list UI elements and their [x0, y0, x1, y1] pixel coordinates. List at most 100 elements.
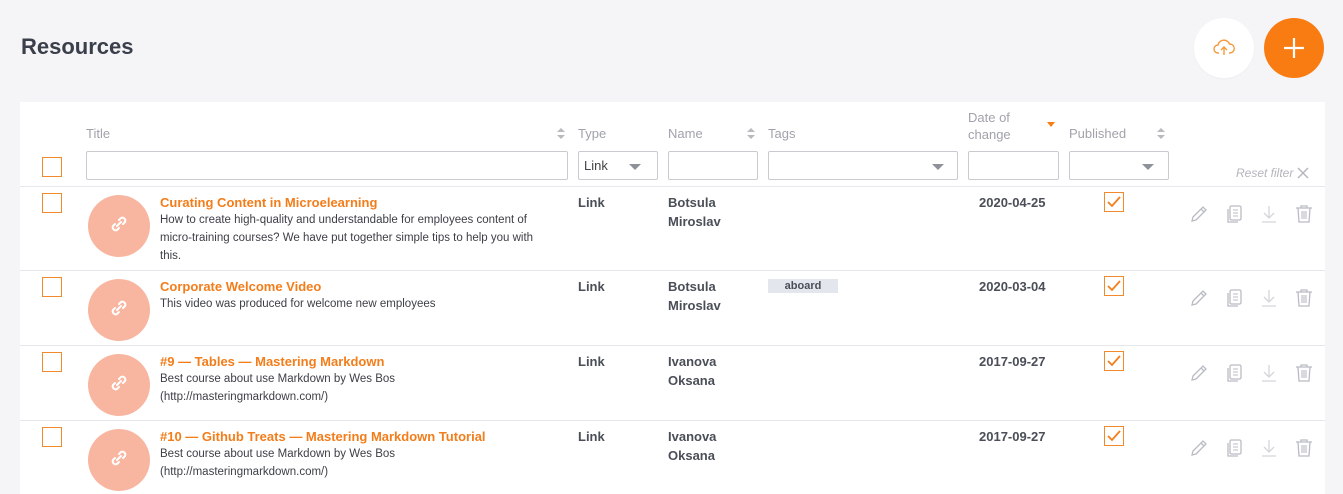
author-first: Ivanova [668, 354, 717, 369]
resource-author: Botsula Miroslav [668, 277, 721, 315]
edit-icon[interactable] [1188, 437, 1210, 459]
reset-filter-button[interactable]: Reset filter [1236, 166, 1309, 180]
duplicate-icon[interactable] [1223, 203, 1245, 225]
trash-icon[interactable] [1293, 203, 1315, 225]
description-line: (http://masteringmarkdown.com/) [160, 391, 329, 403]
published-checkbox[interactable] [1104, 351, 1124, 371]
resource-description: Best course about use Markdown by Wes Bo… [160, 370, 560, 406]
resource-date: 2017-09-27 [979, 429, 1046, 444]
header-date[interactable]: Date of change [968, 109, 1011, 143]
link-icon [108, 213, 130, 240]
download-icon[interactable] [1258, 362, 1280, 384]
sort-name-icon[interactable] [747, 128, 755, 140]
row-select-checkbox[interactable] [42, 277, 62, 297]
published-checkbox[interactable] [1104, 192, 1124, 212]
resource-title-link[interactable]: #10 — Github Treats — Mastering Markdown… [160, 429, 486, 444]
description-line: How to create high-quality and understan… [160, 214, 527, 226]
resource-avatar [88, 279, 150, 341]
resource-title-link[interactable]: Curating Content in Microelearning [160, 195, 377, 210]
resource-type: Link [578, 195, 605, 210]
resource-date: 2020-03-04 [979, 279, 1046, 294]
sort-title-icon[interactable] [557, 128, 565, 140]
resource-date: 2020-04-25 [979, 195, 1046, 210]
resource-author: Ivanova Oksana [668, 427, 716, 465]
resource-date: 2017-09-27 [979, 354, 1046, 369]
select-all-checkbox[interactable] [42, 157, 62, 177]
description-line: this. [160, 250, 182, 262]
download-icon[interactable] [1258, 203, 1280, 225]
header-published[interactable]: Published [1069, 126, 1126, 141]
resource-type: Link [578, 279, 605, 294]
resource-type: Link [578, 354, 605, 369]
name-filter-input[interactable] [668, 151, 758, 180]
resource-description: This video was produced for welcome new … [160, 295, 560, 313]
published-checkbox[interactable] [1104, 276, 1124, 296]
author-first: Botsula [668, 279, 716, 294]
header-name[interactable]: Name [668, 126, 703, 141]
chevron-down-icon [629, 164, 641, 170]
page-title: Resources [21, 34, 134, 59]
resource-title-link[interactable]: #9 — Tables — Mastering Markdown [160, 354, 384, 369]
duplicate-icon[interactable] [1223, 287, 1245, 309]
header-title[interactable]: Title [86, 126, 110, 141]
row-divider [20, 345, 1325, 346]
row-divider [20, 270, 1325, 271]
download-icon[interactable] [1258, 437, 1280, 459]
date-filter-input[interactable] [968, 151, 1059, 180]
resource-title-link[interactable]: Corporate Welcome Video [160, 279, 321, 294]
edit-icon[interactable] [1188, 203, 1210, 225]
trash-icon[interactable] [1293, 437, 1315, 459]
link-icon [108, 297, 130, 324]
author-last: Miroslav [668, 214, 721, 229]
description-line: (http://masteringmarkdown.com/) [160, 466, 329, 478]
reset-filter-label: Reset filter [1236, 166, 1294, 180]
type-filter-value: Link [584, 158, 608, 173]
chevron-down-icon [1142, 164, 1154, 170]
resource-description: How to create high-quality and understan… [160, 211, 560, 265]
download-icon[interactable] [1258, 287, 1280, 309]
resource-avatar [88, 195, 150, 257]
trash-icon[interactable] [1293, 287, 1315, 309]
edit-icon[interactable] [1188, 362, 1210, 384]
chevron-down-icon [932, 164, 944, 170]
row-divider [20, 186, 1325, 187]
resource-avatar [88, 354, 150, 416]
edit-icon[interactable] [1188, 287, 1210, 309]
tag-badge[interactable]: aboard [768, 279, 838, 293]
link-icon [108, 372, 130, 399]
resources-table: Title Type Name Tags Date of change Publ… [20, 102, 1325, 494]
title-filter-input[interactable] [86, 151, 568, 180]
row-select-checkbox[interactable] [42, 352, 62, 372]
author-last: Oksana [668, 373, 715, 388]
sort-published-icon[interactable] [1157, 128, 1165, 140]
type-filter-select[interactable]: Link [578, 151, 658, 180]
header-date-line2: change [968, 127, 1011, 142]
description-line: Best course about use Markdown by Wes Bo… [160, 373, 396, 385]
published-filter-select[interactable] [1069, 151, 1169, 180]
header-type[interactable]: Type [578, 126, 606, 141]
author-last: Miroslav [668, 298, 721, 313]
author-last: Oksana [668, 448, 715, 463]
upload-button[interactable] [1194, 18, 1254, 78]
description-line: This video was produced for welcome new … [160, 298, 436, 310]
trash-icon[interactable] [1293, 362, 1315, 384]
header-tags[interactable]: Tags [768, 126, 795, 141]
duplicate-icon[interactable] [1223, 362, 1245, 384]
row-divider [20, 420, 1325, 421]
header-date-line1: Date of [968, 110, 1010, 125]
plus-icon [1284, 38, 1304, 58]
duplicate-icon[interactable] [1223, 437, 1245, 459]
row-select-checkbox[interactable] [42, 193, 62, 213]
tags-filter-select[interactable] [768, 151, 958, 180]
row-select-checkbox[interactable] [42, 427, 62, 447]
description-line: Best course about use Markdown by Wes Bo… [160, 448, 396, 460]
link-icon [108, 447, 130, 474]
resource-description: Best course about use Markdown by Wes Bo… [160, 445, 560, 481]
description-line: micro-training courses? We have put toge… [160, 232, 534, 244]
resource-type: Link [578, 429, 605, 444]
resource-author: Botsula Miroslav [668, 193, 721, 231]
published-checkbox[interactable] [1104, 426, 1124, 446]
add-resource-button[interactable] [1264, 18, 1324, 78]
resource-avatar [88, 429, 150, 491]
sort-desc-icon[interactable] [1047, 122, 1055, 127]
